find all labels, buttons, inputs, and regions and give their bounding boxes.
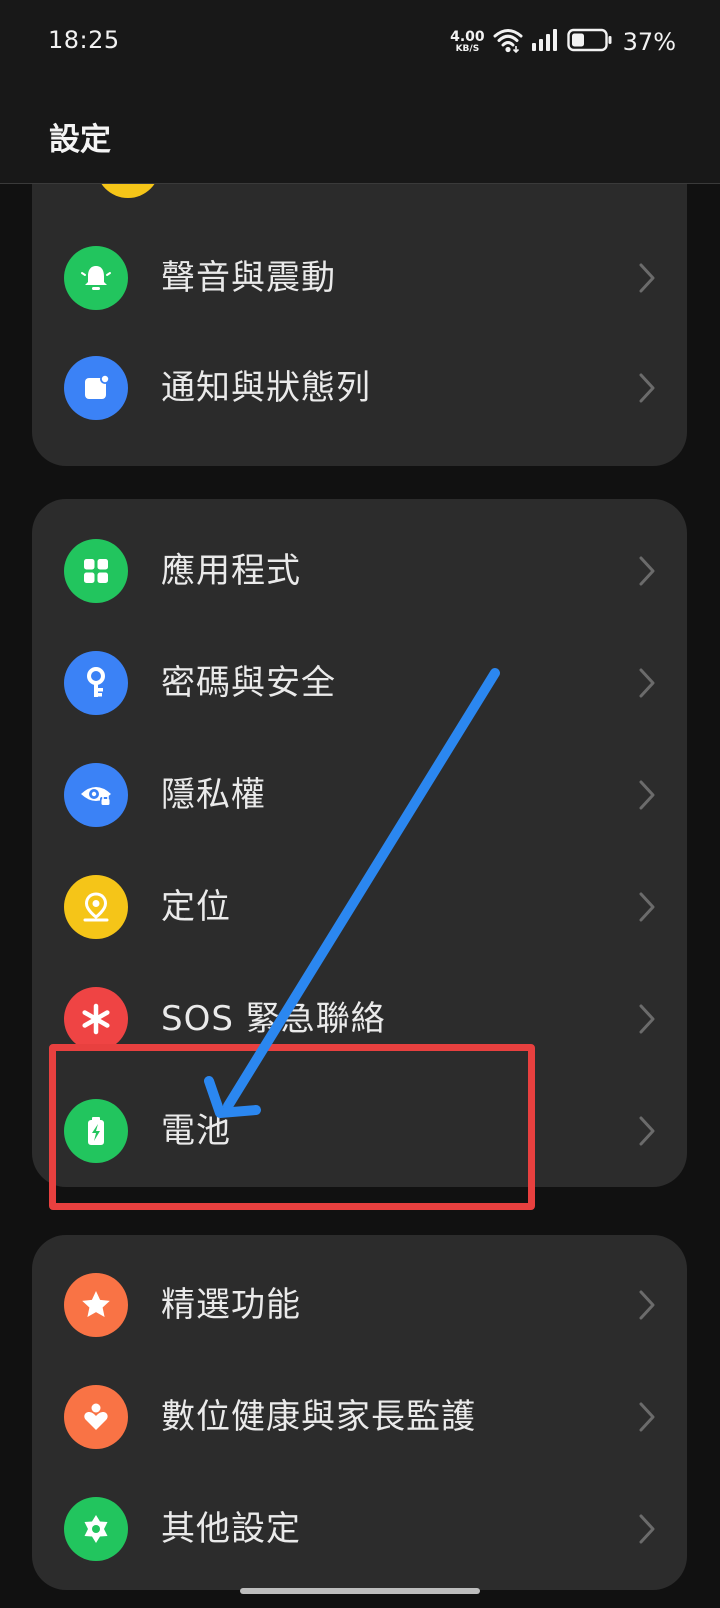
settings-item-label: 定位 [161, 887, 231, 927]
battery-icon [566, 28, 613, 56]
status-time: 18:25 [48, 26, 120, 54]
settings-item-sos-emergency[interactable]: SOS 緊急聯絡 [32, 963, 687, 1075]
chevron-right-icon [639, 1514, 655, 1544]
chevron-right-icon [639, 263, 655, 293]
chevron-right-icon [639, 892, 655, 922]
settings-item-label: 隱私權 [161, 775, 266, 815]
family-heart-icon [64, 1385, 128, 1449]
settings-card-features: 精選功能 數位健康與家長監護 其他設定 [32, 1235, 687, 1590]
settings-item-digital-wellbeing[interactable]: 數位健康與家長監護 [32, 1361, 687, 1473]
settings-item-featured[interactable]: 精選功能 [32, 1249, 687, 1361]
privacy-eye-lock-icon [64, 763, 128, 827]
chevron-right-icon [639, 780, 655, 810]
key-icon [64, 651, 128, 715]
settings-item-label: 電池 [161, 1111, 231, 1151]
settings-item-label: 聲音與震動 [161, 258, 336, 298]
gear-icon [64, 1497, 128, 1561]
notification-icon [64, 356, 128, 420]
settings-item-label: 密碼與安全 [161, 663, 336, 703]
settings-list[interactable]: 聲音與震動 通知與狀態列 應用程式 密碼與安全 隱私權 定位 SOS 緊急聯絡 … [0, 184, 720, 1608]
wifi-icon [493, 27, 523, 57]
settings-item-location[interactable]: 定位 [32, 851, 687, 963]
home-indicator[interactable] [240, 1588, 480, 1594]
network-speed-unit: KB/S [455, 44, 480, 54]
location-pin-icon [64, 875, 128, 939]
network-speed-value: 4.00 [450, 29, 485, 45]
app-bar: 設定 [0, 88, 720, 184]
settings-item-notifications-status-bar[interactable]: 通知與狀態列 [32, 332, 687, 444]
chevron-right-icon [639, 668, 655, 698]
chevron-right-icon [639, 1402, 655, 1432]
settings-item-label: 應用程式 [161, 551, 301, 591]
apps-grid-icon [64, 539, 128, 603]
network-speed: 4.00 KB/S [450, 30, 485, 54]
settings-item-label: 精選功能 [161, 1285, 301, 1325]
chevron-right-icon [639, 373, 655, 403]
chevron-right-icon [639, 1290, 655, 1320]
settings-item-label: 數位健康與家長監護 [161, 1397, 476, 1437]
status-bar: 18:25 4.00 KB/S 37% [0, 0, 720, 88]
settings-item-label: 通知與狀態列 [161, 368, 371, 408]
settings-item-other-settings[interactable]: 其他設定 [32, 1473, 687, 1585]
settings-item-sound-vibration[interactable]: 聲音與震動 [32, 222, 687, 334]
display-brightness-label-clipped [192, 184, 452, 196]
settings-item-apps[interactable]: 應用程式 [32, 515, 687, 627]
battery-charging-icon [64, 1099, 128, 1163]
settings-card-sound-notifications: 聲音與震動 通知與狀態列 [32, 184, 687, 466]
settings-item-password-security[interactable]: 密碼與安全 [32, 627, 687, 739]
signal-icon [531, 29, 559, 55]
chevron-right-icon [639, 556, 655, 586]
asterisk-icon [64, 987, 128, 1051]
page-title: 設定 [49, 122, 111, 158]
settings-card-apps-security: 應用程式 密碼與安全 隱私權 定位 SOS 緊急聯絡 電池 [32, 499, 687, 1187]
battery-percent: 37% [622, 28, 676, 56]
settings-item-battery[interactable]: 電池 [32, 1075, 687, 1187]
status-indicators: 4.00 KB/S 37% [450, 26, 676, 58]
chevron-right-icon [639, 1004, 655, 1034]
star-icon [64, 1273, 128, 1337]
settings-item-label: SOS 緊急聯絡 [161, 999, 386, 1039]
display-brightness-icon [96, 184, 160, 198]
chevron-right-icon [639, 1116, 655, 1146]
bell-icon [64, 246, 128, 310]
settings-item-privacy[interactable]: 隱私權 [32, 739, 687, 851]
settings-item-label: 其他設定 [161, 1509, 301, 1549]
